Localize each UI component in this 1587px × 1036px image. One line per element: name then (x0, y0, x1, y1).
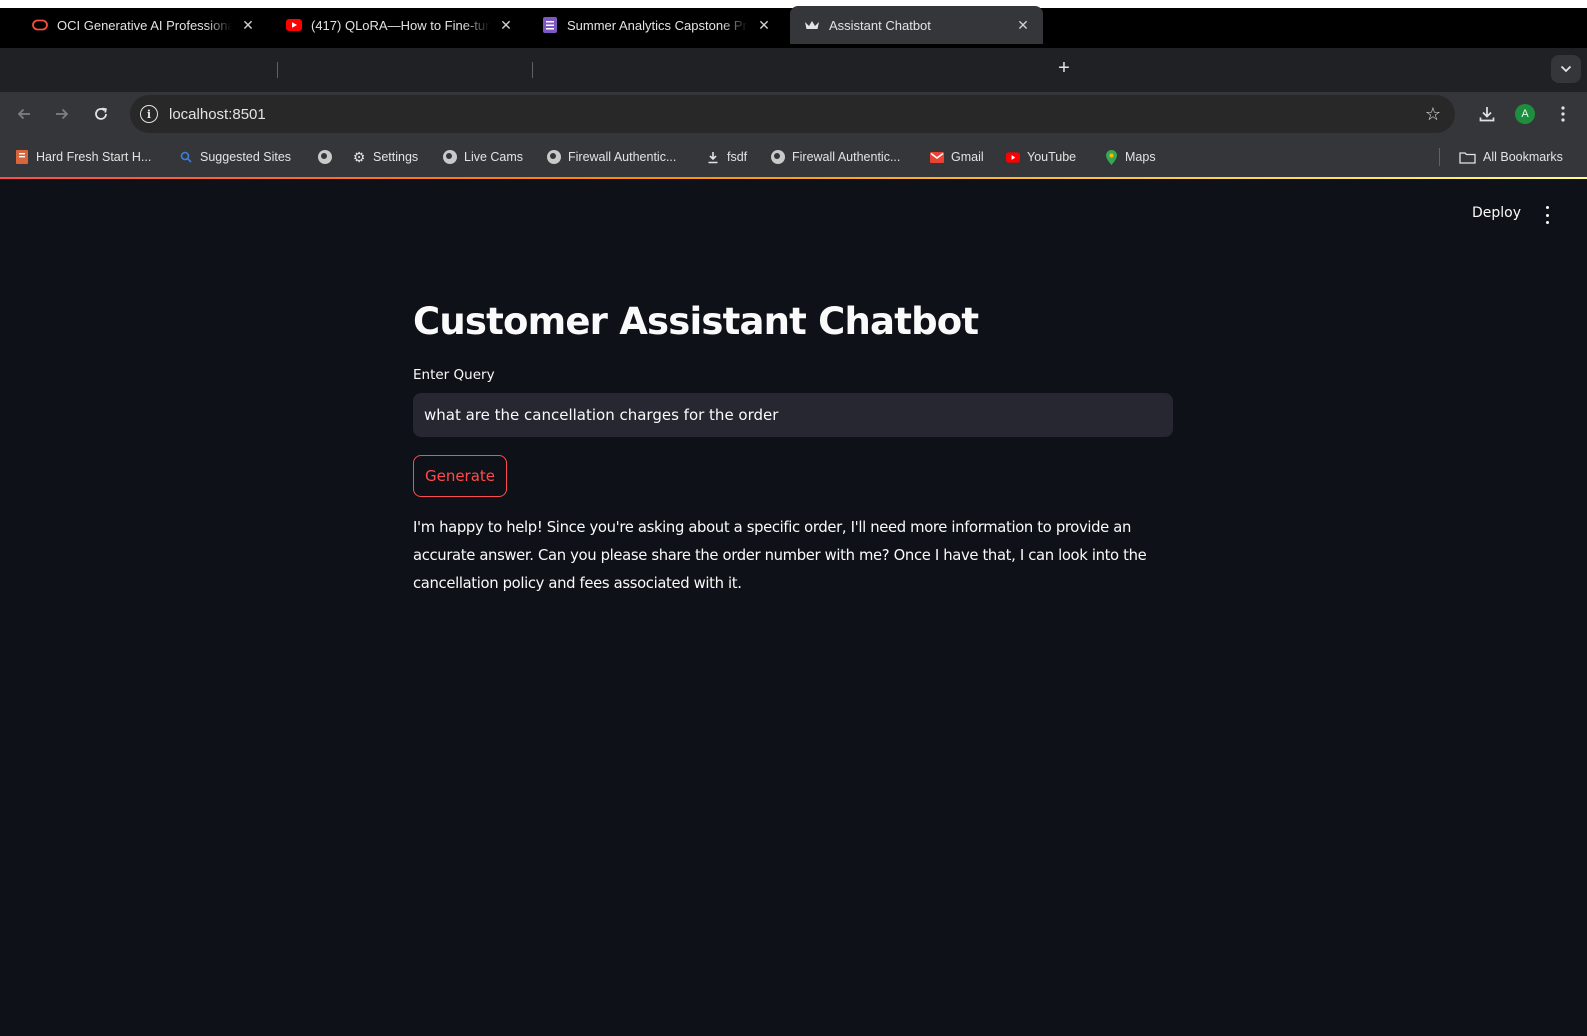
chatbot-response: I'm happy to help! Since you're asking a… (413, 519, 1147, 592)
bookmark-star-icon[interactable]: ☆ (1425, 104, 1441, 125)
chevron-down-icon (1560, 65, 1572, 73)
back-button[interactable] (12, 102, 36, 126)
kebab-menu-icon (1561, 106, 1565, 122)
bookmark-page-icon (15, 150, 29, 164)
url-text: localhost:8501 (169, 105, 266, 123)
download-icon (706, 150, 720, 164)
tab-strip (0, 48, 1587, 92)
globe-icon (771, 150, 785, 164)
tab-separator (277, 62, 278, 78)
kebab-dot (1545, 213, 1549, 217)
main-menu-button[interactable] (1540, 206, 1554, 224)
bookmark-label: Live Cams (464, 150, 524, 164)
bookmarks-separator (1439, 148, 1440, 166)
browser-menu-button[interactable] (1551, 102, 1575, 126)
folder-icon (1458, 150, 1476, 164)
generate-button[interactable]: Generate (413, 455, 507, 497)
tab-title: Assistant Chatbot (829, 17, 931, 33)
tab-separator (532, 62, 533, 78)
page-title: Customer Assistant Chatbot (413, 300, 979, 343)
bookmark-gmail[interactable]: Gmail (930, 148, 984, 166)
avatar: A (1515, 104, 1535, 124)
tab-qlora-youtube[interactable]: (417) QLoRA—How to Fine-tune ✕ (272, 6, 526, 44)
bookmark-firewall-2[interactable]: Firewall Authentic... (771, 148, 900, 166)
close-icon[interactable]: ✕ (756, 17, 772, 34)
globe-icon (547, 150, 561, 164)
tab-title: Summer Analytics Capstone Project (567, 17, 748, 33)
tab-title: OCI Generative AI Professional (57, 17, 232, 33)
tab-assistant-chatbot[interactable]: Assistant Chatbot ✕ (790, 6, 1043, 44)
tab-summer-analytics[interactable]: Summer Analytics Capstone Project ✕ (528, 6, 784, 44)
browser-toolbar: i localhost:8501 ☆ A (0, 92, 1587, 136)
query-label: Enter Query (413, 367, 495, 383)
kebab-dot (1545, 221, 1549, 224)
bookmark-label: Maps (1125, 150, 1156, 164)
all-bookmarks[interactable]: All Bookmarks (1458, 148, 1563, 166)
bookmark-label: YouTube (1027, 150, 1077, 164)
forward-button[interactable] (50, 102, 74, 126)
bookmark-maps[interactable]: Maps (1104, 148, 1156, 166)
globe-icon (318, 150, 332, 164)
tab-title: (417) QLoRA—How to Fine-tune (311, 17, 490, 33)
downloads-button[interactable] (1475, 102, 1499, 126)
close-icon[interactable]: ✕ (240, 17, 256, 34)
bookmark-label: Gmail (951, 150, 984, 164)
globe-icon (443, 150, 457, 164)
bookmark-label: fsdf (727, 150, 748, 164)
tab-search-button[interactable] (1551, 55, 1581, 83)
bookmark-label: Hard Fresh Start H... (36, 150, 152, 164)
deploy-button[interactable]: Deploy (1472, 205, 1521, 221)
bookmark-globe[interactable] (318, 148, 339, 166)
kebab-dot (1545, 206, 1549, 209)
close-icon[interactable]: ✕ (1015, 17, 1031, 34)
query-input[interactable] (413, 393, 1173, 437)
streamlit-icon (804, 17, 820, 33)
download-icon (1479, 107, 1495, 122)
bookmark-label: Firewall Authentic... (568, 150, 677, 164)
close-icon[interactable]: ✕ (498, 17, 514, 34)
reload-icon (95, 107, 107, 120)
bookmark-youtube[interactable]: YouTube (1006, 148, 1076, 166)
arrow-right-icon (56, 108, 69, 120)
site-info-icon[interactable]: i (140, 105, 158, 123)
oracle-icon (32, 17, 48, 33)
form-icon (542, 17, 558, 33)
reload-button[interactable] (89, 102, 113, 126)
gear-icon: ⚙ (352, 148, 366, 165)
arrow-left-icon (17, 108, 30, 120)
bookmarks-bar: Hard Fresh Start H... Suggested Sites ⚙ … (0, 136, 1587, 178)
bookmark-label: All Bookmarks (1483, 150, 1563, 164)
youtube-icon (286, 17, 302, 33)
bookmark-fsdf[interactable]: fsdf (706, 148, 747, 166)
gmail-icon (930, 150, 944, 164)
maps-icon (1104, 149, 1118, 165)
youtube-icon (1006, 150, 1020, 164)
search-icon (179, 150, 193, 164)
bookmark-live-cams[interactable]: Live Cams (443, 148, 523, 166)
bookmark-suggested-sites[interactable]: Suggested Sites (179, 148, 291, 166)
new-tab-button[interactable]: + (1052, 54, 1076, 82)
bookmark-label: Settings (373, 150, 419, 164)
tab-oci-generative-ai[interactable]: OCI Generative AI Professional ✕ (18, 6, 268, 44)
bookmark-hard-fresh-start[interactable]: Hard Fresh Start H... (15, 148, 151, 166)
streamlit-header-bar (0, 177, 1587, 179)
address-bar[interactable]: i localhost:8501 ☆ (130, 95, 1455, 133)
bookmark-label: Suggested Sites (200, 150, 292, 164)
bookmark-label: Firewall Authentic... (792, 150, 901, 164)
profile-button[interactable]: A (1513, 102, 1537, 126)
bookmark-firewall-1[interactable]: Firewall Authentic... (547, 148, 676, 166)
bookmark-settings[interactable]: ⚙ Settings (352, 148, 418, 166)
